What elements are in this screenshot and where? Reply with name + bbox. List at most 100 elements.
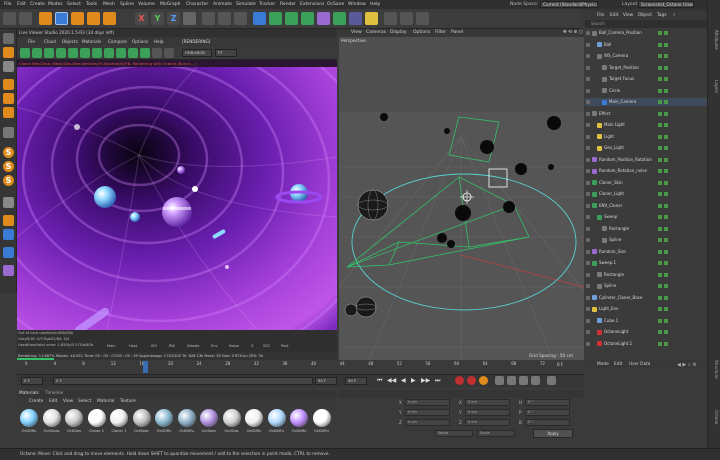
vp-menu-cameras[interactable]: Cameras [366,29,386,37]
timeline-ruler[interactable]: 0 4 8 12 16 20 24 28 32 36 40 44 48 52 56 60 64 68 72 0 F [17,360,584,374]
key-param-icon[interactable] [531,376,540,385]
polygons-mode-icon[interactable] [3,107,14,118]
edges-mode-icon[interactable] [3,93,14,104]
layer-color-dot[interactable] [586,238,590,242]
object-row[interactable]: WS_Camera [585,52,707,60]
layer-color-dot[interactable] [586,146,590,150]
preview-range-field[interactable]: 0 F [53,377,313,385]
lv-menu-materials[interactable]: Materials [82,37,101,46]
rotation-b-field[interactable]: 0 ° [525,419,570,426]
position-y-field[interactable]: 0 cm [405,409,450,416]
menu-volume[interactable]: Volume [138,2,155,7]
om-menu-object[interactable]: Object [638,13,652,18]
material-preview[interactable] [290,409,308,427]
enabled-check-icon[interactable] [664,146,668,150]
render-picture-viewer-icon[interactable] [218,12,231,25]
menu-create[interactable]: Create [30,2,45,7]
object-row[interactable]: Geo_Light [585,144,707,152]
enabled-check-icon[interactable] [664,295,668,300]
play-backward-icon[interactable]: ◀ [401,377,406,384]
max-frame-field[interactable]: 90 F [345,377,367,385]
object-row[interactable]: Effect [585,110,707,118]
focus-picker-icon[interactable] [104,48,114,58]
object-row[interactable]: Circle [585,87,707,95]
layer-color-dot[interactable] [586,261,590,265]
material-preview[interactable] [267,409,286,427]
object-row[interactable]: Random_Size [585,248,707,256]
menu-edit[interactable]: Edit [17,2,26,7]
visibility-icon[interactable] [658,295,662,300]
layer-color-dot[interactable] [586,192,590,196]
mat-menu-texture[interactable]: Texture [120,399,136,404]
menu-help[interactable]: Help [370,2,380,7]
floor-icon[interactable] [333,12,346,25]
solo-icon[interactable]: S [3,175,14,186]
enabled-check-icon[interactable] [664,341,668,346]
visibility-icon[interactable] [658,123,662,127]
enabled-check-icon[interactable] [664,192,668,196]
previous-key-icon[interactable]: ◀◀ [387,377,396,384]
timeline-playhead[interactable] [143,361,148,373]
enabled-check-icon[interactable] [664,169,668,173]
subdivision-icon[interactable] [285,12,298,25]
layer-color-dot[interactable] [586,157,590,162]
material-preview[interactable] [200,409,218,427]
visibility-icon[interactable] [658,65,662,70]
layer-color-dot[interactable] [586,330,590,334]
layer-color-dot[interactable] [586,134,590,139]
vp-menu-options[interactable]: Options [413,29,430,37]
material-preview[interactable] [110,409,128,427]
enabled-check-icon[interactable] [664,238,668,242]
menu-octane[interactable]: OcSane [327,2,344,7]
enabled-check-icon[interactable] [664,307,668,311]
visibility-icon[interactable] [658,157,662,162]
coord-size-mode-dropdown[interactable]: Scale [477,430,515,437]
vp-menu-panel[interactable]: Panel [451,29,463,37]
vtab-attributes[interactable]: Attributes [714,30,719,50]
layer-color-dot[interactable] [586,307,590,311]
send-scene-icon[interactable] [20,48,30,58]
object-row[interactable]: Sweep [585,213,707,221]
object-row[interactable]: Target_Position [585,64,707,72]
visibility-icon[interactable] [658,169,662,173]
layer-color-dot[interactable] [586,284,590,288]
enabled-check-icon[interactable] [664,157,668,162]
enabled-check-icon[interactable] [664,123,668,127]
om-menu-tags[interactable]: Tags [657,13,667,18]
layout-dropdown[interactable]: Screenshot_Octane (User) [638,1,694,8]
z-axis-lock-button[interactable]: Z [167,12,180,25]
restart-render-icon[interactable] [32,48,42,58]
visibility-icon[interactable] [658,134,662,139]
light-icon[interactable] [365,12,378,25]
material-picker-icon[interactable] [128,48,138,58]
zoom-icon[interactable] [164,48,174,58]
layer-color-dot[interactable] [586,65,590,70]
enabled-check-icon[interactable] [664,88,668,93]
enabled-check-icon[interactable] [664,77,668,81]
pass-albedo-tab[interactable]: Albedo [187,344,199,348]
visibility-icon[interactable] [658,88,662,93]
object-row[interactable]: Sweep.1 [585,259,707,267]
layer-color-dot[interactable] [586,249,590,254]
viewport-nav-icons[interactable]: ✥ ⟲ ⊕ ▢ [563,29,583,37]
autokey-icon[interactable] [467,376,476,385]
attr-nav-icons[interactable]: ◀ ▶ ⌕ ⚙ [677,362,697,368]
object-tree[interactable]: Ball_Camera_Position Ball WS_Camera Target_… [585,28,707,360]
octane-object-icon[interactable] [3,265,14,276]
snap-icon[interactable] [400,12,413,25]
coordinate-system-icon[interactable] [183,12,196,25]
material-preview[interactable] [155,409,173,427]
region-render-icon[interactable] [92,48,102,58]
workplane-icon[interactable] [384,12,397,25]
object-row[interactable]: Rectangle [585,225,707,233]
menu-extensions[interactable]: Extensions [300,2,324,7]
position-x-field[interactable]: 0 cm [405,399,450,406]
enabled-check-icon[interactable] [664,54,668,58]
white-balance-icon[interactable] [116,48,126,58]
play-forward-icon[interactable]: ▶ [411,377,416,384]
material-preview[interactable] [42,409,61,427]
stop-render-icon[interactable] [56,48,66,58]
mat-menu-view[interactable]: View [63,399,73,404]
object-row[interactable]: Cloner_Skin [585,179,707,187]
object-row[interactable]: Spline [585,236,707,244]
